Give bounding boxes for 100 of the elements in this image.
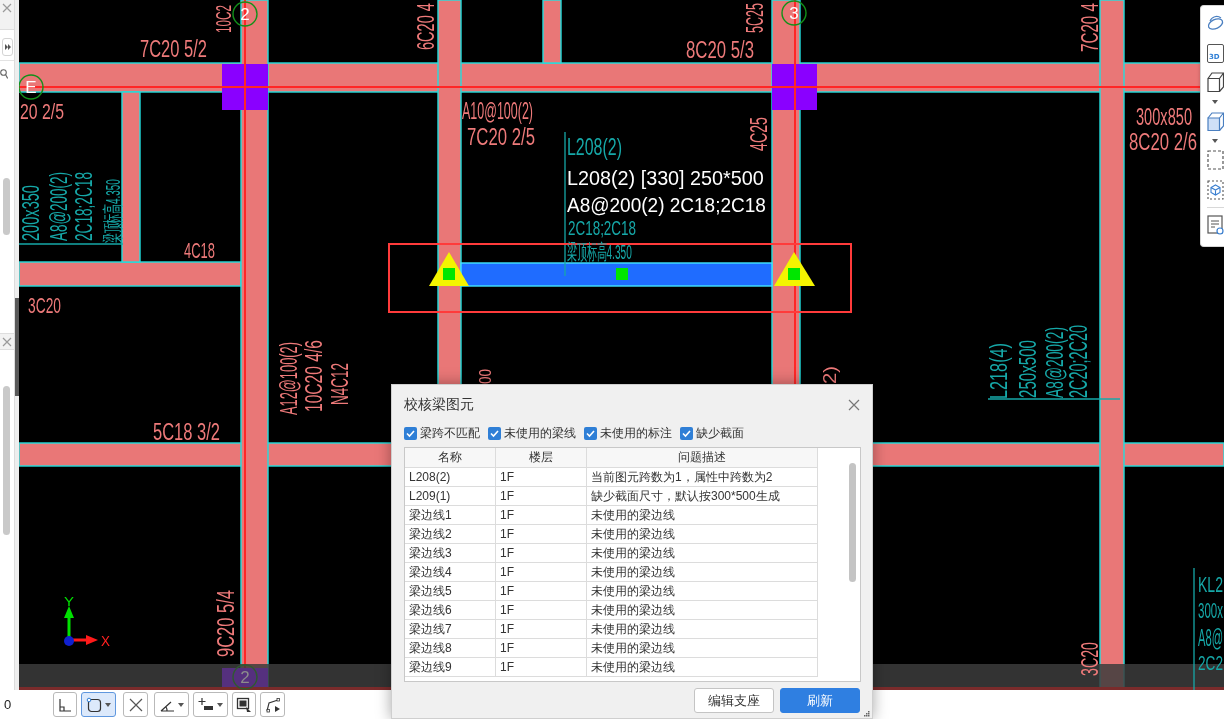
rebar-label: 10C2 [210,5,236,33]
dashed-square-icon[interactable] [1207,150,1224,170]
table-cell: 1F [496,601,587,620]
table-cell: 梁边线1 [405,506,496,525]
table-cell: 未使用的梁边线 [587,525,818,544]
column [222,668,268,687]
rebar-label: 00 [476,369,495,384]
column-header[interactable]: 名称 [405,448,496,468]
column [772,64,817,110]
table-cell: L209(1) [405,487,496,506]
rebar-label: A10@100(2) [462,97,533,124]
rebar-label: 3C20 [28,292,61,318]
rebar-label: 5C25 [739,3,768,33]
table-cell: 未使用的梁边线 [587,658,818,677]
grip-handle[interactable] [788,268,800,280]
rebar-label: 4C18 [184,238,215,263]
caret-icon[interactable] [105,702,111,707]
close-icon[interactable] [848,398,860,411]
ucs-icon [64,606,98,646]
axis-letter: X [101,633,110,649]
table-cell: 未使用的梁边线 [587,639,818,658]
table-cell: 1F [496,468,587,487]
table-cell: 梁边线2 [405,525,496,544]
column-header[interactable]: 问题描述 [587,448,818,468]
rebar-label: 7C20 2/5 [467,123,535,150]
tool-button[interactable] [81,692,116,717]
table-cell: 1F [496,544,587,563]
rebar-label: 4C25 [744,117,772,151]
beam-label: 300x [1198,597,1223,623]
beam-label: L218(4) [984,343,1012,399]
plus-icon[interactable] [198,696,214,713]
rebar-label: 6C20 4 [411,3,439,50]
beam-label: 200x350 [19,185,44,241]
status-value: 0 [4,697,13,712]
scrollbar-thumb[interactable] [3,178,10,235]
caret-icon[interactable] [217,702,223,707]
rebar-label: 7C20 5/2 [140,35,207,62]
table-cell: 1F [496,658,587,677]
resize-grip-icon[interactable] [864,711,870,717]
rebar-label: 2) [818,366,840,384]
dialog-button[interactable]: 编辑支座 [694,688,774,713]
rebar-label: 300x850 [1136,103,1192,130]
dialog-button[interactable]: 刷新 [780,688,860,713]
table-cell: 1F [496,620,587,639]
axis-label: 2 [240,668,250,687]
checkbox[interactable] [488,426,501,440]
grip-handle[interactable] [616,268,628,280]
caret-icon[interactable] [1212,100,1218,104]
expand-button[interactable] [2,38,13,56]
filter-option[interactable]: 梁跨不匹配 [404,424,480,442]
beam-label: A8@ [1198,623,1223,651]
selected-beam[interactable] [460,262,773,287]
table-cell: 梁边线7 [405,620,496,639]
caret-icon[interactable] [1212,139,1218,143]
filter-option[interactable]: 缺少截面 [680,424,744,442]
table-cell: 1F [496,582,587,601]
beam-label: A8@200(2) [1040,327,1068,398]
filter-option[interactable]: 未使用的标注 [584,424,672,442]
checkbox[interactable] [584,426,597,440]
double-chevron-icon[interactable] [4,44,11,50]
rebar-label: 8C20 5/3 [686,36,754,63]
filter-option[interactable]: 未使用的梁线 [488,424,576,442]
table-cell: 缺少截面尺寸，默认按300*500生成 [587,487,818,506]
scrollbar-thumb[interactable] [849,463,856,582]
table-cell: 1F [496,563,587,582]
table-cell: 未使用的梁边线 [587,601,818,620]
orbit-icon[interactable] [1207,15,1224,33]
table-cell: 梁边线6 [405,601,496,620]
table-cell: 未使用的梁边线 [587,563,818,582]
table-cell: 梁边线4 [405,563,496,582]
rectangle-icon[interactable] [86,696,102,713]
cube-icon[interactable] [1207,112,1224,131]
table-cell: 未使用的梁边线 [587,544,818,563]
table-cell: 1F [496,525,587,544]
list-icon[interactable] [1207,215,1224,235]
dialog-title: 校核梁图元 [404,395,474,414]
column [222,64,268,110]
table-cell: 梁边线8 [405,639,496,658]
table-cell: 梁边线5 [405,582,496,601]
tooltip-text: L208(2) [330] 250*500 [567,166,764,189]
beam-label: 250x500 [1013,340,1041,398]
tool-button[interactable] [193,692,228,717]
rebar-label: 9C20 5/4 [211,590,239,657]
table-cell: 未使用的梁边线 [587,582,818,601]
tool-button[interactable] [154,692,189,717]
splitter-handle[interactable] [15,298,19,396]
search-icon[interactable] [0,69,8,79]
scrollbar-thumb[interactable] [3,386,10,535]
checkbox[interactable] [404,426,417,440]
rebar-label: 3C20 [1075,642,1103,676]
checkbox[interactable] [680,426,693,440]
grip-handle[interactable] [443,268,455,280]
rebar-label: 5C18 3/2 [153,417,220,445]
rebar-label: A12@100(2) [273,342,302,415]
table-cell: 1F [496,487,587,506]
dashed-cube-icon[interactable] [1207,180,1224,200]
cube-icon[interactable] [1207,72,1224,92]
column-header[interactable]: 楼层 [496,448,587,468]
caret-icon[interactable] [178,702,184,707]
table-cell: 1F [496,506,587,525]
